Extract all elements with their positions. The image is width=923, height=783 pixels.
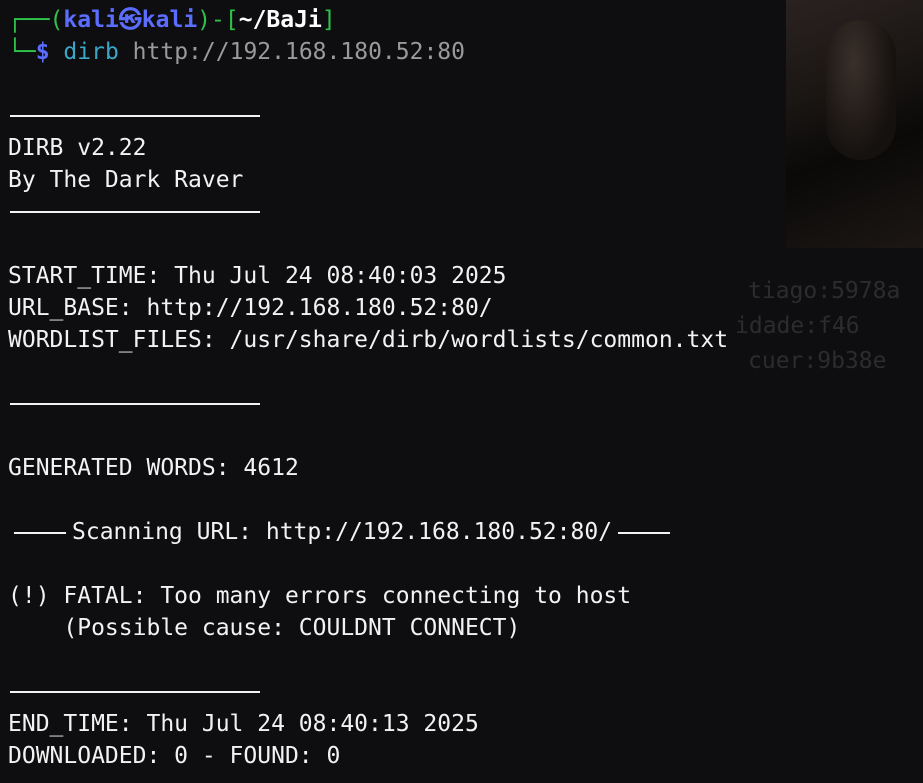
- fatal-error: (!) FATAL: Too many errors connecting to…: [8, 583, 632, 609]
- scanning-line: Scanning URL: http://192.168.180.52:80/: [8, 516, 923, 548]
- prompt-bracket-close: ]: [321, 7, 336, 33]
- divider-rule: [8, 388, 923, 420]
- dirb-version: DIRB v2.22: [8, 135, 147, 161]
- prompt-corner-top: ┌──(: [8, 7, 64, 33]
- prompt-path: ~/BaJi: [238, 7, 322, 33]
- url-base: URL_BASE: http://192.168.180.52:80/: [8, 295, 493, 321]
- start-time: START_TIME: Thu Jul 24 08:40:03 2025: [8, 263, 507, 289]
- generated-words: GENERATED WORDS: 4612: [8, 455, 299, 481]
- prompt-corner-bottom: └─: [8, 39, 36, 65]
- divider-rule: [8, 196, 923, 228]
- command-line: └─$ dirb http://192.168.180.52:80: [8, 36, 923, 68]
- prompt-line: ┌──(kali㉿kali)-[~/BaJi]: [8, 4, 923, 36]
- command-argument: http://192.168.180.52:80: [132, 39, 466, 65]
- scanning-url: Scanning URL: http://192.168.180.52:80/: [72, 519, 613, 545]
- prompt-user: kali: [63, 7, 119, 33]
- downloaded-found: DOWNLOADED: 0 - FOUND: 0: [8, 743, 341, 769]
- command-name: dirb: [63, 39, 119, 65]
- end-time: END_TIME: Thu Jul 24 08:40:13 2025: [8, 711, 479, 737]
- dirb-author: By The Dark Raver: [8, 167, 244, 193]
- prompt-host: kali: [141, 7, 198, 33]
- scan-dash-left: [14, 531, 66, 534]
- wordlist-files: WORDLIST_FILES: /usr/share/dirb/wordlist…: [8, 327, 729, 353]
- terminal[interactable]: ┌──(kali㉿kali)-[~/BaJi] └─$ dirb http://…: [8, 4, 923, 783]
- divider-rule: [8, 676, 923, 708]
- prompt-dollar: $: [35, 39, 50, 65]
- divider-rule: [8, 100, 923, 132]
- scan-dash-right: [618, 531, 671, 534]
- fatal-cause: (Possible cause: COULDNT CONNECT): [8, 615, 521, 641]
- prompt-kali-symbol-icon: ㉿: [118, 7, 142, 33]
- prompt-bracket: )-[: [197, 7, 239, 33]
